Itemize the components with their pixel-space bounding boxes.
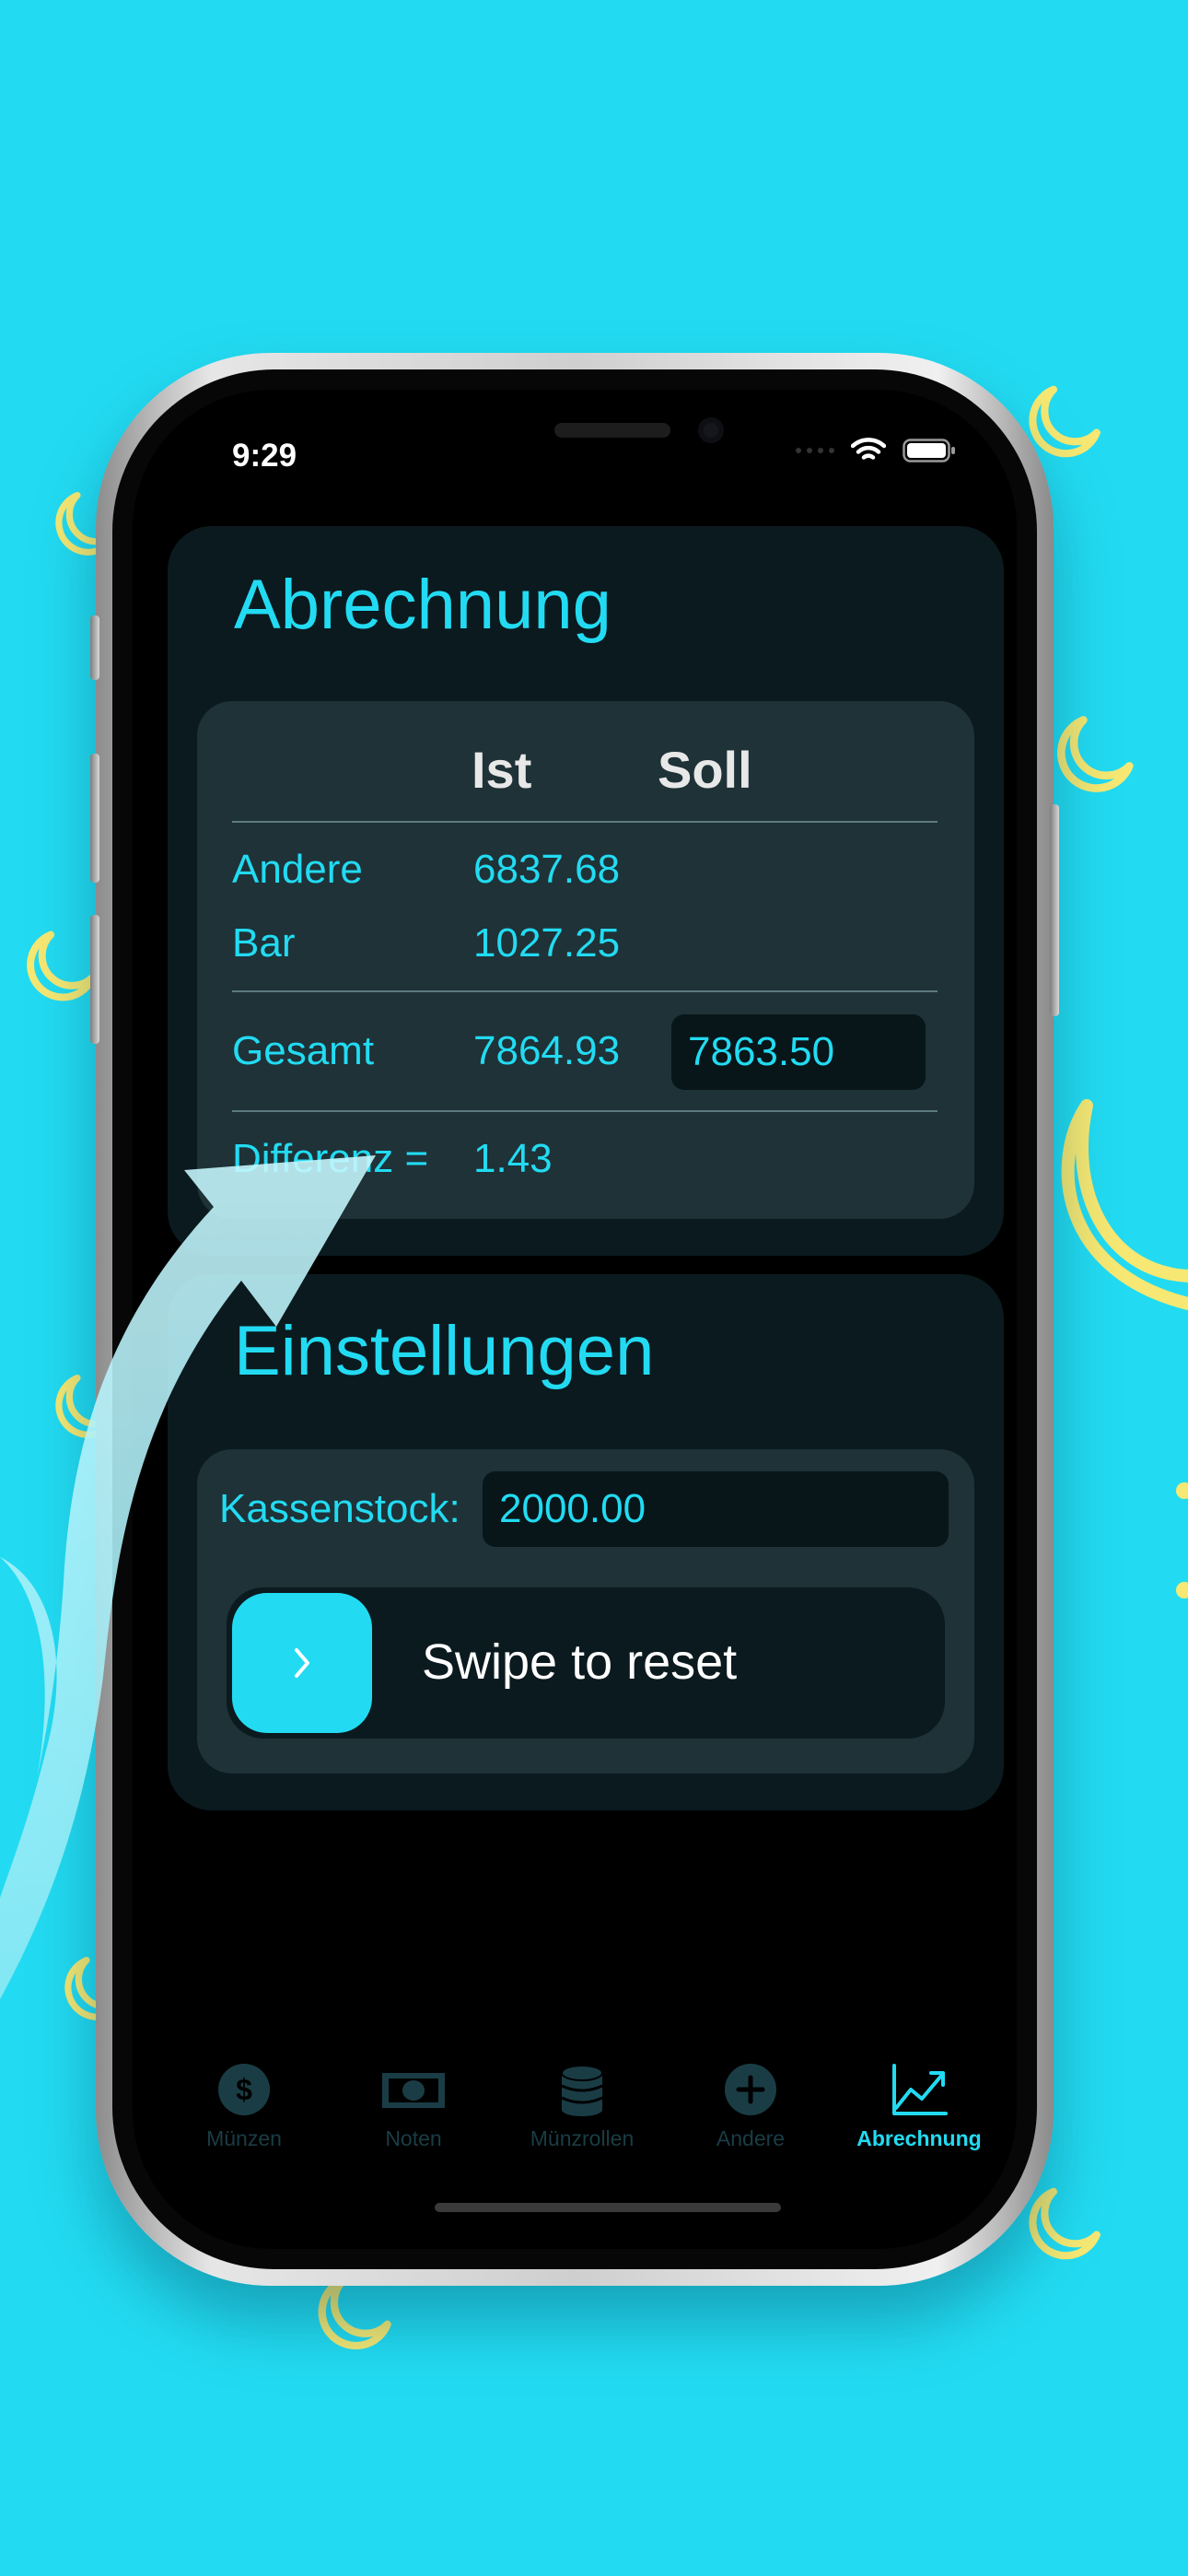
decorative-arrow-icon <box>0 1155 376 1999</box>
